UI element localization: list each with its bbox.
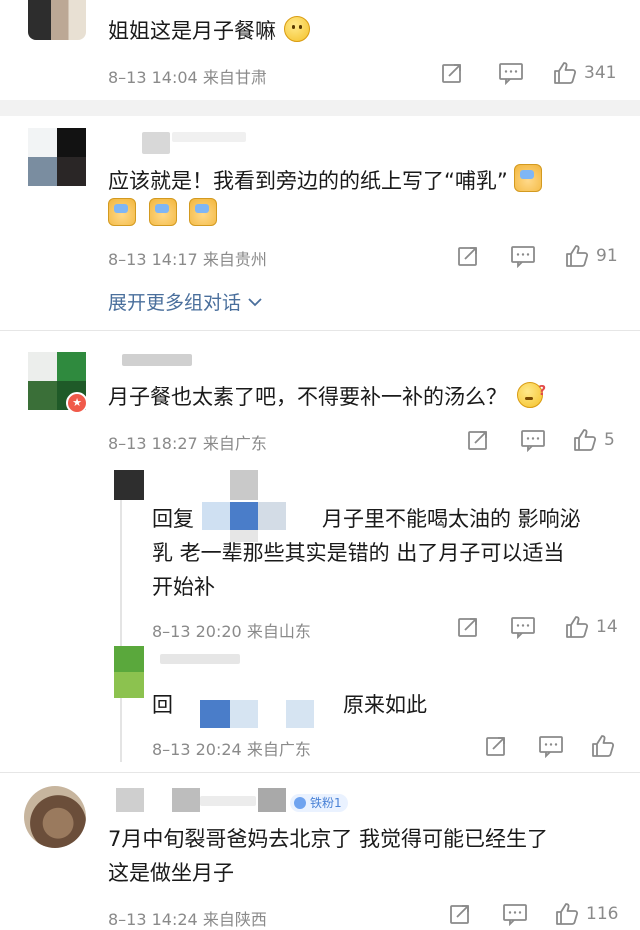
username[interactable]	[122, 354, 192, 366]
comment-actions: 5	[466, 426, 626, 454]
comment-text: 7月中旬裂哥爸妈去北京了 我觉得可能已经生了	[108, 827, 549, 851]
fan-badge[interactable]: 铁粉1	[290, 794, 348, 812]
share-button[interactable]	[448, 900, 472, 928]
like-button[interactable]: 341	[552, 59, 616, 87]
like-button[interactable]: 14	[564, 613, 618, 641]
like-button[interactable]: 116	[554, 900, 618, 928]
username	[200, 796, 256, 806]
comment-text: 这是做坐月子	[108, 861, 234, 885]
comment-button[interactable]	[520, 426, 546, 454]
username[interactable]	[230, 470, 258, 500]
comment-actions: 116	[448, 900, 628, 928]
comment-meta: 8–13 14:24 来自陕西	[108, 910, 267, 929]
reply-text: 开始补	[152, 575, 215, 599]
comment-text: 月子餐也太素了吧，不得要补一补的汤么？	[108, 375, 546, 414]
comment-meta: 8–13 14:04 来自甘肃	[108, 68, 267, 87]
divider	[0, 772, 640, 773]
reply-meta: 8–13 20:20 来自山东	[152, 622, 311, 641]
thumbs-up-icon	[556, 903, 579, 925]
divider	[0, 330, 640, 331]
like-button[interactable]: 91	[564, 242, 618, 270]
emoji-row	[108, 198, 218, 232]
chevron-down-icon	[248, 298, 262, 307]
reply-actions: 14	[456, 613, 626, 641]
raised-hand-emoji-icon	[189, 198, 218, 226]
comment-button[interactable]	[510, 613, 536, 641]
raised-hand-emoji-icon	[148, 198, 177, 226]
share-icon	[458, 247, 477, 266]
reply-meta: 8–13 20:24 来自广东	[152, 740, 311, 759]
comment-text: 应该就是！我看到旁边的的纸上写了“哺乳”	[108, 164, 542, 198]
thinking-face-emoji-icon	[284, 16, 310, 42]
comment-actions: 341	[440, 59, 620, 87]
reply-text: 回原来如此	[152, 693, 427, 717]
raised-hand-emoji-icon	[513, 164, 542, 192]
thumbs-up-icon	[566, 616, 589, 638]
confused-face-emoji-icon	[517, 375, 546, 409]
share-button[interactable]	[484, 732, 508, 760]
comment-icon	[511, 246, 535, 268]
share-icon	[450, 905, 469, 924]
share-icon	[486, 737, 505, 756]
comment-icon	[499, 63, 523, 85]
like-count: 116	[586, 904, 619, 924]
share-icon	[458, 618, 477, 637]
comment-icon	[521, 430, 545, 452]
username[interactable]	[116, 788, 144, 812]
comment-meta: 8–13 14:17 来自贵州	[108, 250, 267, 269]
comment-button[interactable]	[510, 242, 536, 270]
thumbs-up-icon	[566, 245, 589, 267]
raised-hand-emoji-icon	[108, 198, 136, 226]
comment-icon	[503, 904, 527, 926]
share-icon	[442, 64, 461, 83]
like-button[interactable]	[590, 732, 616, 760]
verified-badge-icon: ★	[66, 392, 88, 414]
share-button[interactable]	[456, 613, 480, 641]
username[interactable]	[160, 654, 240, 664]
like-button[interactable]: 5	[572, 426, 615, 454]
like-count: 14	[596, 617, 618, 637]
avatar[interactable]	[114, 646, 144, 698]
reply-text: 乳 老一辈那些其实是错的 出了月子可以适当	[152, 541, 565, 565]
thumbs-up-icon	[554, 62, 577, 84]
username	[172, 132, 246, 142]
comment-icon	[539, 736, 563, 758]
thumbs-up-icon	[592, 735, 615, 757]
comment-text: 姐姐这是月子餐嘛	[108, 14, 310, 48]
comment-button[interactable]	[498, 59, 524, 87]
reply-text: 回复 月子里不能喝太油的 影响泌	[152, 507, 581, 531]
comment-button[interactable]	[502, 900, 528, 928]
reply-thread-line	[120, 470, 122, 762]
avatar[interactable]	[28, 0, 86, 40]
comment-meta: 8–13 18:27 来自广东	[108, 434, 267, 453]
comment-actions: 91	[456, 242, 626, 270]
reply-actions	[484, 732, 624, 760]
share-button[interactable]	[456, 242, 480, 270]
expand-conversation-link[interactable]: 展开更多组对话	[108, 288, 263, 315]
share-button[interactable]	[440, 59, 464, 87]
like-count: 91	[596, 246, 618, 266]
thumbs-up-icon	[574, 429, 597, 451]
username	[258, 788, 286, 812]
username	[172, 788, 200, 812]
username[interactable]	[142, 132, 170, 154]
like-count: 341	[584, 63, 617, 83]
share-button[interactable]	[466, 426, 490, 454]
share-icon	[468, 431, 487, 450]
avatar[interactable]	[24, 786, 86, 848]
comment-icon	[511, 617, 535, 639]
comment-button[interactable]	[538, 732, 564, 760]
avatar[interactable]	[28, 128, 86, 186]
avatar[interactable]	[114, 470, 144, 500]
section-separator	[0, 100, 640, 116]
like-count: 5	[604, 430, 615, 450]
